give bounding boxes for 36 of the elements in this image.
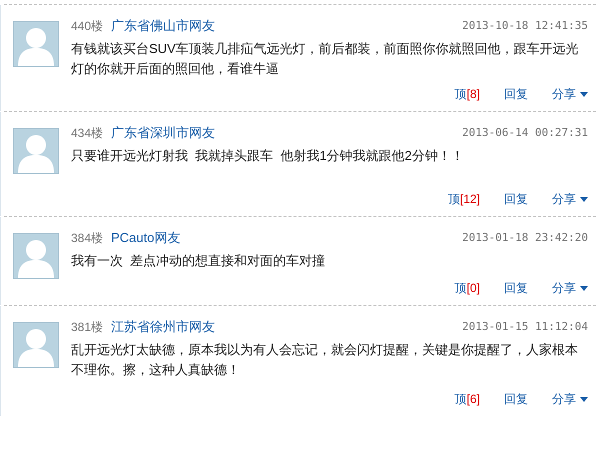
caret-icon	[580, 92, 588, 96]
avatar-icon	[13, 322, 59, 368]
upvote-button[interactable]: 顶[12]	[448, 190, 480, 208]
share-button[interactable]: 分享	[552, 390, 588, 408]
reply-button[interactable]: 回复	[504, 390, 528, 408]
user-link[interactable]: 江苏省徐州市网友	[111, 318, 215, 336]
floor-number: 384楼	[71, 230, 104, 247]
avatar-icon	[13, 233, 59, 279]
upvote-button[interactable]: 顶[0]	[454, 279, 480, 297]
avatar-icon	[13, 128, 59, 174]
share-button[interactable]: 分享	[552, 85, 588, 103]
floor-number: 381楼	[71, 319, 104, 336]
share-button[interactable]: 分享	[552, 279, 588, 297]
upvote-button[interactable]: 顶[6]	[454, 390, 480, 408]
comment-text: 只要谁开远光灯射我 我就掉头跟车 他射我1分钟我就跟他2分钟！！	[71, 147, 465, 165]
post-time: 2013-10-18 12:41:35	[462, 18, 588, 34]
post-time: 2013-06-14 00:27:31	[462, 125, 588, 141]
upvote-button[interactable]: 顶[8]	[454, 85, 480, 103]
caret-icon	[580, 396, 588, 402]
reply-button[interactable]: 回复	[504, 85, 528, 103]
reply-button[interactable]: 回复	[504, 190, 528, 208]
avatar-icon	[13, 21, 59, 67]
caret-icon	[580, 286, 588, 290]
reply-button[interactable]: 回复	[504, 279, 528, 297]
share-button[interactable]: 分享	[552, 190, 588, 208]
floor-number: 434楼	[71, 125, 104, 142]
floor-number: 440楼	[71, 18, 104, 35]
caret-icon	[580, 196, 588, 202]
post-time: 2013-01-18 23:42:20	[462, 230, 588, 246]
comment-text: 有钱就该买台SUV车顶装几排疝气远光灯，前后都装，前面照你你就照回他，跟车开远光灯的你就开后面的照回他，看谁牛逼	[71, 40, 580, 78]
post-time: 2013-01-15 11:12:04	[462, 319, 588, 335]
user-link[interactable]: 广东省深圳市网友	[111, 124, 215, 142]
comment-text: 乱开远光灯太缺德，原本我以为有人会忘记，就会闪灯提醒，关键是你提醒了，人家根本不理你。擦，这种人真缺德！	[71, 341, 579, 379]
comment-text: 我有一次 差点冲动的想直接和对面的车对撞	[71, 252, 326, 270]
user-link[interactable]: PCauto网友	[111, 229, 180, 247]
user-link[interactable]: 广东省佛山市网友	[111, 17, 215, 35]
